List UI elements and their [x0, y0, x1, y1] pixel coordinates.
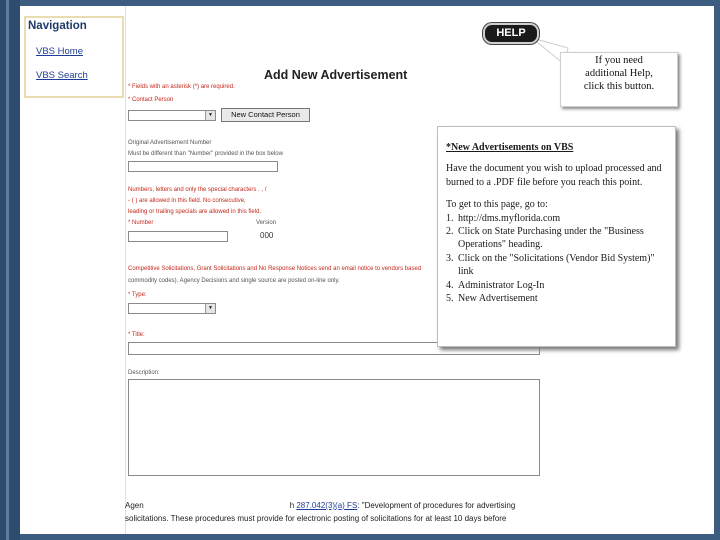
chevron-down-icon: ▼ [205, 111, 215, 120]
slide-frame-bottom [20, 534, 720, 540]
step-text: Click on the "Solicitations (Vendor Bid … [458, 252, 655, 278]
step-text: New Advertisement [458, 293, 538, 305]
info-step: 2. Click on State Purchasing under the "B… [446, 225, 667, 252]
info-intro: Have the document you wish to upload pro… [446, 163, 662, 188]
step-text: http://dms.myflorida.com [458, 212, 561, 224]
step-text: Administrator Log-In [458, 279, 545, 291]
new-contact-person-button[interactable]: New Contact Person [221, 108, 310, 122]
version-label: Version [256, 220, 277, 226]
help-tooltip-line-1: If you need [595, 55, 643, 66]
screenshot-page: Navigation VBS Home VBS Search Add New A… [20, 6, 714, 534]
type-select[interactable]: ▼ [128, 303, 216, 314]
number-input[interactable] [128, 231, 228, 242]
type-label: * Type: [128, 292, 147, 298]
step-number: 2. [446, 226, 454, 238]
footer-text-end: : "Development of procedures for adverti… [357, 501, 516, 510]
info-step: 4. Administrator Log-In [446, 279, 667, 292]
info-steps-list: 1. http://dms.myflorida.com 2. Click on St… [446, 212, 667, 306]
step-number: 1. [446, 212, 454, 224]
number-label: * Number [128, 220, 154, 226]
version-value: 000 [260, 231, 274, 240]
help-button[interactable]: HELP [483, 23, 539, 44]
description-label: Description: [128, 370, 160, 376]
help-tooltip-line-2: additional Help, [585, 68, 653, 79]
slide-frame-left [0, 0, 20, 540]
navigation-title: Navigation [28, 20, 87, 32]
content-divider [125, 6, 126, 534]
statute-link[interactable]: 287.042(3)(a) FS [296, 501, 357, 510]
original-number-label: Original Advertisement Number [128, 140, 212, 146]
number-rule-3: leading or trailing specials are allowed… [128, 209, 262, 215]
title-label: * Title: [128, 332, 145, 338]
competitive-solicitations-note: Competitive Solicitations, Grant Solicit… [128, 266, 422, 272]
slide-frame-stripe [6, 0, 9, 540]
number-rule-2: - ( ) are allowed in this field. No cons… [128, 198, 246, 204]
info-steps-intro: To get to this page, go to: [446, 199, 548, 211]
commodity-note: commodity codes). Agency Decisions and s… [128, 278, 340, 284]
info-step: 1. http://dms.myflorida.com [446, 212, 667, 225]
step-text: Click on State Purchasing under the "Bus… [458, 226, 644, 251]
form-title: Add New Advertisement [264, 68, 408, 82]
footer-statute-text: Agen h 287.042(3)(a) FS: "Development of … [125, 501, 516, 523]
help-tooltip-line-3: click this button. [583, 81, 655, 92]
info-heading: *New Advertisements on VBS [446, 142, 574, 153]
contact-person-label: * Contact Person [128, 97, 174, 103]
footer-line-2: solicitations. These procedures must pro… [125, 514, 507, 523]
step-number: 3. [446, 252, 454, 264]
nav-link-vbs-search[interactable]: VBS Search [36, 70, 88, 81]
info-step: 3. Click on the "Solicitations (Vendor Bi… [446, 252, 667, 279]
slide-frame-right [714, 0, 720, 540]
info-step: 5. New Advertisement [446, 292, 667, 305]
required-note: * Fields with an asterisk (*) are requir… [128, 84, 235, 90]
nav-link-vbs-home[interactable]: VBS Home [36, 46, 83, 57]
contact-person-select[interactable]: ▼ [128, 110, 216, 121]
description-textarea[interactable] [128, 379, 540, 476]
step-number: 4. [446, 279, 454, 291]
info-callout: *New Advertisements on VBS Have the docu… [437, 126, 676, 347]
original-number-hint: Must be different than "Number" provided… [128, 151, 283, 157]
footer-text-start: Agen [125, 501, 144, 510]
help-tooltip: If you need additional Help, click this … [560, 52, 678, 107]
number-rule-1: Numbers, letters and only the special ch… [128, 187, 267, 193]
original-number-input[interactable] [128, 161, 278, 172]
step-number: 5. [446, 293, 454, 305]
chevron-down-icon: ▼ [205, 304, 215, 313]
